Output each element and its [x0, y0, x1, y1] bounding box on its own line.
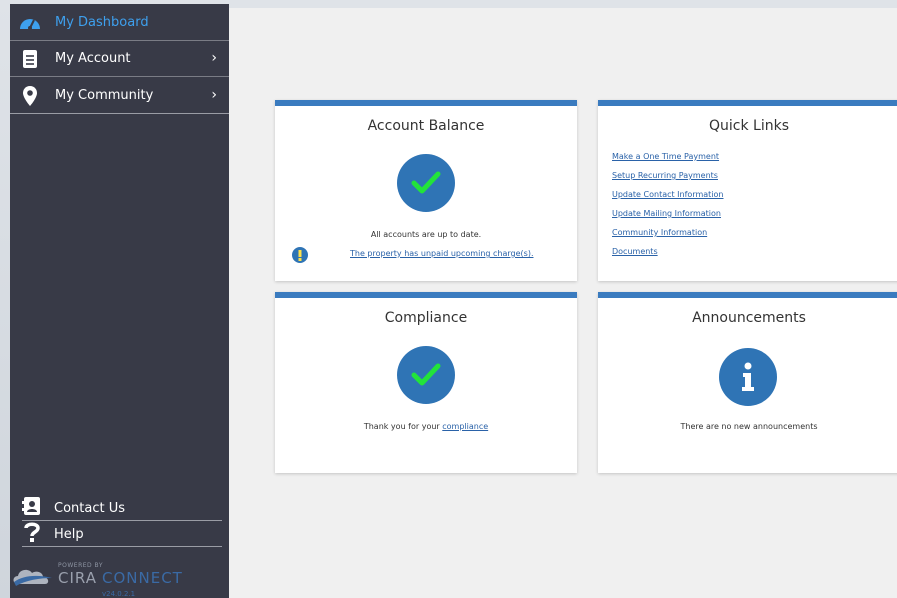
sidebar-item-my-community[interactable]: My Community ›	[10, 78, 229, 114]
chevron-right-icon: ›	[211, 50, 217, 66]
brand-name-cira: CIRA	[58, 569, 97, 587]
card-title: Account Balance	[367, 118, 485, 134]
divider	[22, 520, 222, 521]
compliance-card: Compliance Thank you for your compliance	[275, 292, 577, 473]
sidebar-item-label: My Account	[55, 51, 131, 66]
check-icon	[397, 154, 455, 212]
sidebar-item-label: My Community	[55, 88, 154, 103]
chevron-right-icon: ›	[211, 87, 217, 103]
help-link[interactable]: Help	[22, 522, 222, 546]
balance-status-text: All accounts are up to date.	[370, 230, 482, 239]
compliance-text: Thank you for your	[363, 422, 440, 431]
sidebar-item-my-account[interactable]: My Account ›	[10, 41, 229, 77]
brand-logo: POWERED BY CIRA CONNECT v24.0.2.1	[12, 558, 222, 598]
card-title: Announcements	[692, 310, 806, 326]
cloud-logo-icon	[13, 569, 52, 586]
card-title: Compliance	[384, 310, 468, 326]
sidebar-item-label: My Dashboard	[55, 14, 149, 30]
quick-links-card: Quick Links Make a One Time Payment Setu…	[598, 100, 897, 281]
powered-by-text: POWERED BY	[58, 562, 104, 569]
sidebar: My Dashboard My Account › My Community ›	[10, 4, 229, 598]
quick-link-recurring-payments[interactable]: Setup Recurring Payments	[612, 171, 724, 190]
document-icon	[19, 48, 41, 70]
contact-card-icon	[22, 496, 42, 520]
quick-link-contact-info[interactable]: Update Contact Information	[612, 190, 724, 209]
account-balance-card: Account Balance All accounts are up to d…	[275, 100, 577, 281]
map-pin-icon	[19, 85, 41, 107]
unpaid-charges-link[interactable]: The property has unpaid upcoming charge(…	[350, 249, 533, 258]
version-label: v24.0.2.1	[102, 590, 136, 598]
quick-links-list: Make a One Time Payment Setup Recurring …	[612, 152, 724, 266]
sidebar-item-my-dashboard[interactable]: My Dashboard	[10, 4, 229, 41]
contact-us-link[interactable]: Contact Us	[22, 496, 222, 520]
check-icon	[397, 346, 455, 404]
quick-link-documents[interactable]: Documents	[612, 247, 724, 266]
dashboard-main: Account Balance All accounts are up to d…	[229, 8, 897, 598]
divider	[22, 546, 222, 547]
card-title: Quick Links	[708, 118, 789, 134]
compliance-message: Thank you for your compliance	[275, 422, 577, 431]
help-label: Help	[54, 526, 84, 542]
quick-link-mailing-info[interactable]: Update Mailing Information	[612, 209, 724, 228]
compliance-link[interactable]: compliance	[442, 422, 488, 431]
announcements-card: Announcements There are no new announcem…	[598, 292, 897, 473]
info-icon	[719, 348, 777, 406]
announcements-text: There are no new announcements	[680, 422, 818, 431]
brand-name-connect: CONNECT	[102, 569, 183, 587]
contact-us-label: Contact Us	[54, 500, 125, 516]
question-mark-icon	[22, 521, 42, 547]
quick-link-one-time-payment[interactable]: Make a One Time Payment	[612, 152, 724, 171]
dashboard-gauge-icon	[19, 11, 41, 33]
quick-link-community-info[interactable]: Community Information	[612, 228, 724, 247]
exclamation-icon	[292, 247, 308, 263]
